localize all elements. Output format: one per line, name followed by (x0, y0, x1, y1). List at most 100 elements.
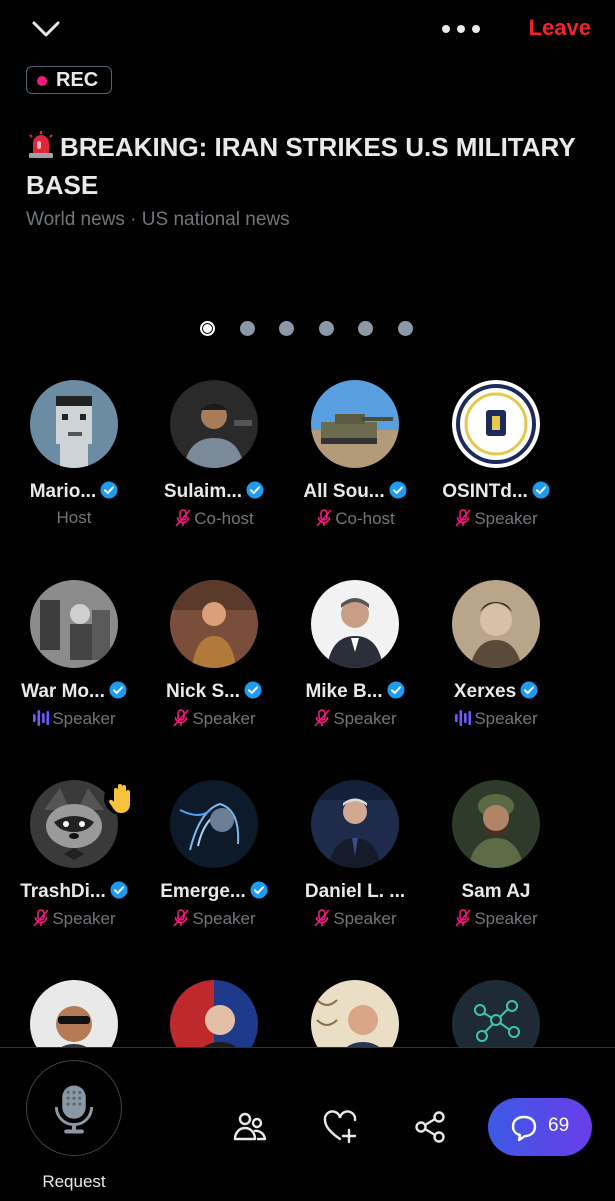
avatar[interactable] (311, 580, 399, 668)
participant-role-text: Speaker (474, 709, 538, 728)
avatar[interactable] (170, 580, 258, 668)
verified-badge-icon (250, 881, 268, 899)
chat-bubble-icon (511, 1115, 537, 1142)
participant[interactable] (0, 980, 148, 1048)
verified-badge-icon (389, 481, 407, 499)
participant-role: Speaker (281, 908, 429, 929)
siren-icon (29, 131, 53, 158)
participant[interactable]: War Mo... Speaker (0, 580, 148, 780)
mic-off-icon (316, 509, 332, 527)
participant[interactable]: Mario... Host (0, 380, 148, 580)
page-indicator (200, 321, 420, 337)
speaking-wave-icon (455, 710, 472, 726)
comments-button[interactable]: 69 (488, 1098, 592, 1156)
heart-plus-icon[interactable] (322, 1109, 358, 1145)
avatar[interactable] (452, 780, 540, 868)
participant[interactable] (281, 980, 429, 1048)
participant-role-text: Speaker (52, 709, 116, 728)
participant-name-text: Nick S... (166, 681, 240, 702)
participant-role-text: Speaker (333, 709, 397, 728)
page-dot[interactable] (279, 321, 294, 336)
page-dot[interactable] (318, 321, 334, 336)
avatar[interactable] (30, 380, 118, 468)
request-label: Request (42, 1172, 106, 1191)
participant[interactable] (422, 980, 570, 1048)
participant-role-text: Speaker (52, 909, 116, 928)
verified-badge-icon (387, 681, 405, 699)
participant-role-text: Co-host (194, 509, 254, 528)
avatar[interactable] (311, 380, 399, 468)
people-icon[interactable] (232, 1109, 268, 1145)
participant-name-text: Sam AJ (461, 881, 531, 902)
space-topics: World news · US national news (26, 209, 290, 230)
avatar[interactable] (452, 580, 540, 668)
space-title-text: BREAKING: IRAN STRIKES U.S MILITARY BASE (26, 132, 576, 200)
request-to-speak-button[interactable] (26, 1060, 122, 1156)
microphone-icon (54, 1085, 94, 1134)
avatar[interactable] (170, 980, 258, 1048)
participant-name: Emerge... (140, 881, 288, 903)
page-dot[interactable] (358, 321, 373, 336)
avatar[interactable] (311, 980, 399, 1048)
participant-name: Xerxes (422, 681, 570, 703)
mic-off-icon (33, 909, 49, 927)
bottom-bar: Request 69 (0, 1047, 615, 1201)
participant-role: Speaker (422, 908, 570, 929)
avatar[interactable] (170, 380, 258, 468)
participant[interactable]: Emerge... Speaker (140, 780, 288, 980)
verified-badge-icon (520, 681, 538, 699)
speaking-wave-icon (33, 710, 50, 726)
participant-name-text: Mario... (29, 481, 97, 502)
participant-role: Speaker (140, 908, 288, 929)
participant-role: Speaker (140, 708, 288, 729)
participant-role: Speaker (422, 708, 570, 729)
participant[interactable]: Daniel L. ... Speaker (281, 780, 429, 980)
avatar[interactable] (452, 380, 540, 468)
participant[interactable]: Mike B... Speaker (281, 580, 429, 780)
participant-role-text: Speaker (474, 509, 538, 528)
more-options-icon[interactable] (440, 14, 482, 44)
participant-name-text: Sulaim... (163, 481, 243, 502)
page-dot[interactable] (397, 321, 413, 336)
participant[interactable]: OSINTd... Speaker (422, 380, 570, 580)
mic-off-icon (314, 709, 330, 727)
participant[interactable]: All Sou... Co-host (281, 380, 429, 580)
participant[interactable] (140, 980, 288, 1048)
participant-name-text: Emerge... (160, 881, 246, 902)
leave-button[interactable]: Leave (529, 15, 591, 41)
participant[interactable]: Sam AJ Speaker (422, 780, 570, 980)
participant[interactable]: Xerxes Speaker (422, 580, 570, 780)
recording-dot-icon (37, 76, 47, 86)
participant-name: Mike B... (281, 681, 429, 703)
verified-badge-icon (244, 681, 262, 699)
participant-role: Host (0, 508, 148, 528)
mic-off-icon (173, 909, 189, 927)
verified-badge-icon (110, 881, 128, 899)
participant-role-text: Speaker (333, 909, 397, 928)
participant[interactable]: Nick S... Speaker (140, 580, 288, 780)
avatar[interactable] (311, 780, 399, 868)
page-dot[interactable] (200, 321, 215, 336)
participant-name: TrashDi... (0, 881, 148, 903)
chevron-down-icon[interactable] (28, 14, 64, 44)
participant-name-text: Xerxes (453, 681, 517, 702)
share-icon[interactable] (412, 1109, 448, 1145)
avatar[interactable] (170, 780, 258, 868)
verified-badge-icon (532, 481, 550, 499)
participant-name-text: All Sou... (303, 481, 385, 502)
avatar[interactable] (30, 580, 118, 668)
participant[interactable]: TrashDi... Speaker (0, 780, 148, 980)
participant-role: Co-host (140, 508, 288, 529)
participant-role: Speaker (0, 708, 148, 729)
mic-off-icon (173, 709, 189, 727)
participant[interactable]: Sulaim... Co-host (140, 380, 288, 580)
avatar[interactable] (452, 980, 540, 1048)
participant-name: Sam AJ (422, 881, 570, 903)
participant-name: OSINTd... (422, 481, 570, 503)
avatar[interactable] (30, 980, 118, 1048)
page-dot[interactable] (239, 321, 255, 336)
participant-role-text: Host (56, 508, 92, 527)
participant-name-text: OSINTd... (442, 481, 528, 502)
participant-role-text: Co-host (335, 509, 395, 528)
recording-badge: REC (26, 66, 112, 94)
